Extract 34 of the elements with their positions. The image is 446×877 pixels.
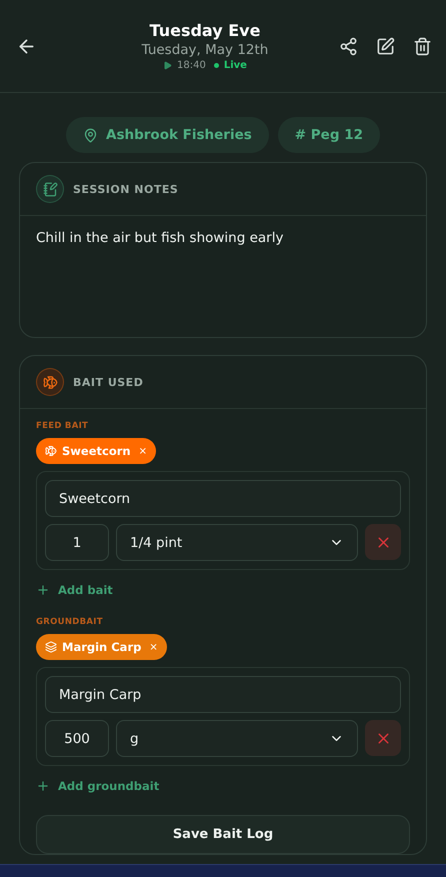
delete-button[interactable] — [413, 36, 432, 56]
layers-icon — [45, 641, 57, 653]
edit-button[interactable] — [376, 36, 395, 56]
section-label: GROUNDBAIT — [36, 617, 104, 627]
play-icon — [163, 61, 172, 70]
session-time: 18:40 — [177, 60, 206, 71]
session-date: Tuesday, May 12th — [142, 42, 268, 58]
section-label: FEED BAIT — [36, 421, 90, 431]
card-title: SESSION NOTES — [73, 182, 178, 196]
add-button[interactable]: Add groundbait — [36, 779, 160, 793]
share-button[interactable] — [339, 36, 358, 56]
notebook-icon — [36, 175, 64, 203]
unit-select[interactable]: 1/4 pint — [116, 524, 358, 561]
save-button[interactable]: Save Bait Log — [36, 815, 410, 854]
quantity-field[interactable]: 500 — [45, 720, 109, 757]
remove-button[interactable] — [365, 524, 401, 560]
live-status: Live — [224, 60, 247, 71]
map-pin-icon — [83, 128, 98, 142]
add-button[interactable]: Add bait — [36, 583, 113, 597]
card-title: BAIT USED — [73, 376, 144, 388]
unit-select[interactable]: g — [116, 720, 358, 757]
fish-icon — [36, 368, 64, 396]
notes-text: Chill in the air but fish showing early — [35, 229, 284, 248]
plus-icon — [36, 779, 50, 793]
bait-name-field[interactable]: Margin Carp — [45, 676, 401, 713]
fish-icon — [45, 445, 57, 457]
plus-icon — [36, 583, 50, 597]
session-title: Tuesday Eve — [150, 21, 260, 40]
peg-chip[interactable]: # Peg 12 — [278, 117, 380, 153]
location-chip[interactable]: Ashbrook Fisheries — [66, 117, 269, 153]
status-dot — [214, 63, 219, 68]
bait-name-field[interactable]: Sweetcorn — [45, 480, 401, 517]
remove-button[interactable] — [365, 720, 401, 756]
quantity-field[interactable]: 1 — [45, 524, 109, 561]
